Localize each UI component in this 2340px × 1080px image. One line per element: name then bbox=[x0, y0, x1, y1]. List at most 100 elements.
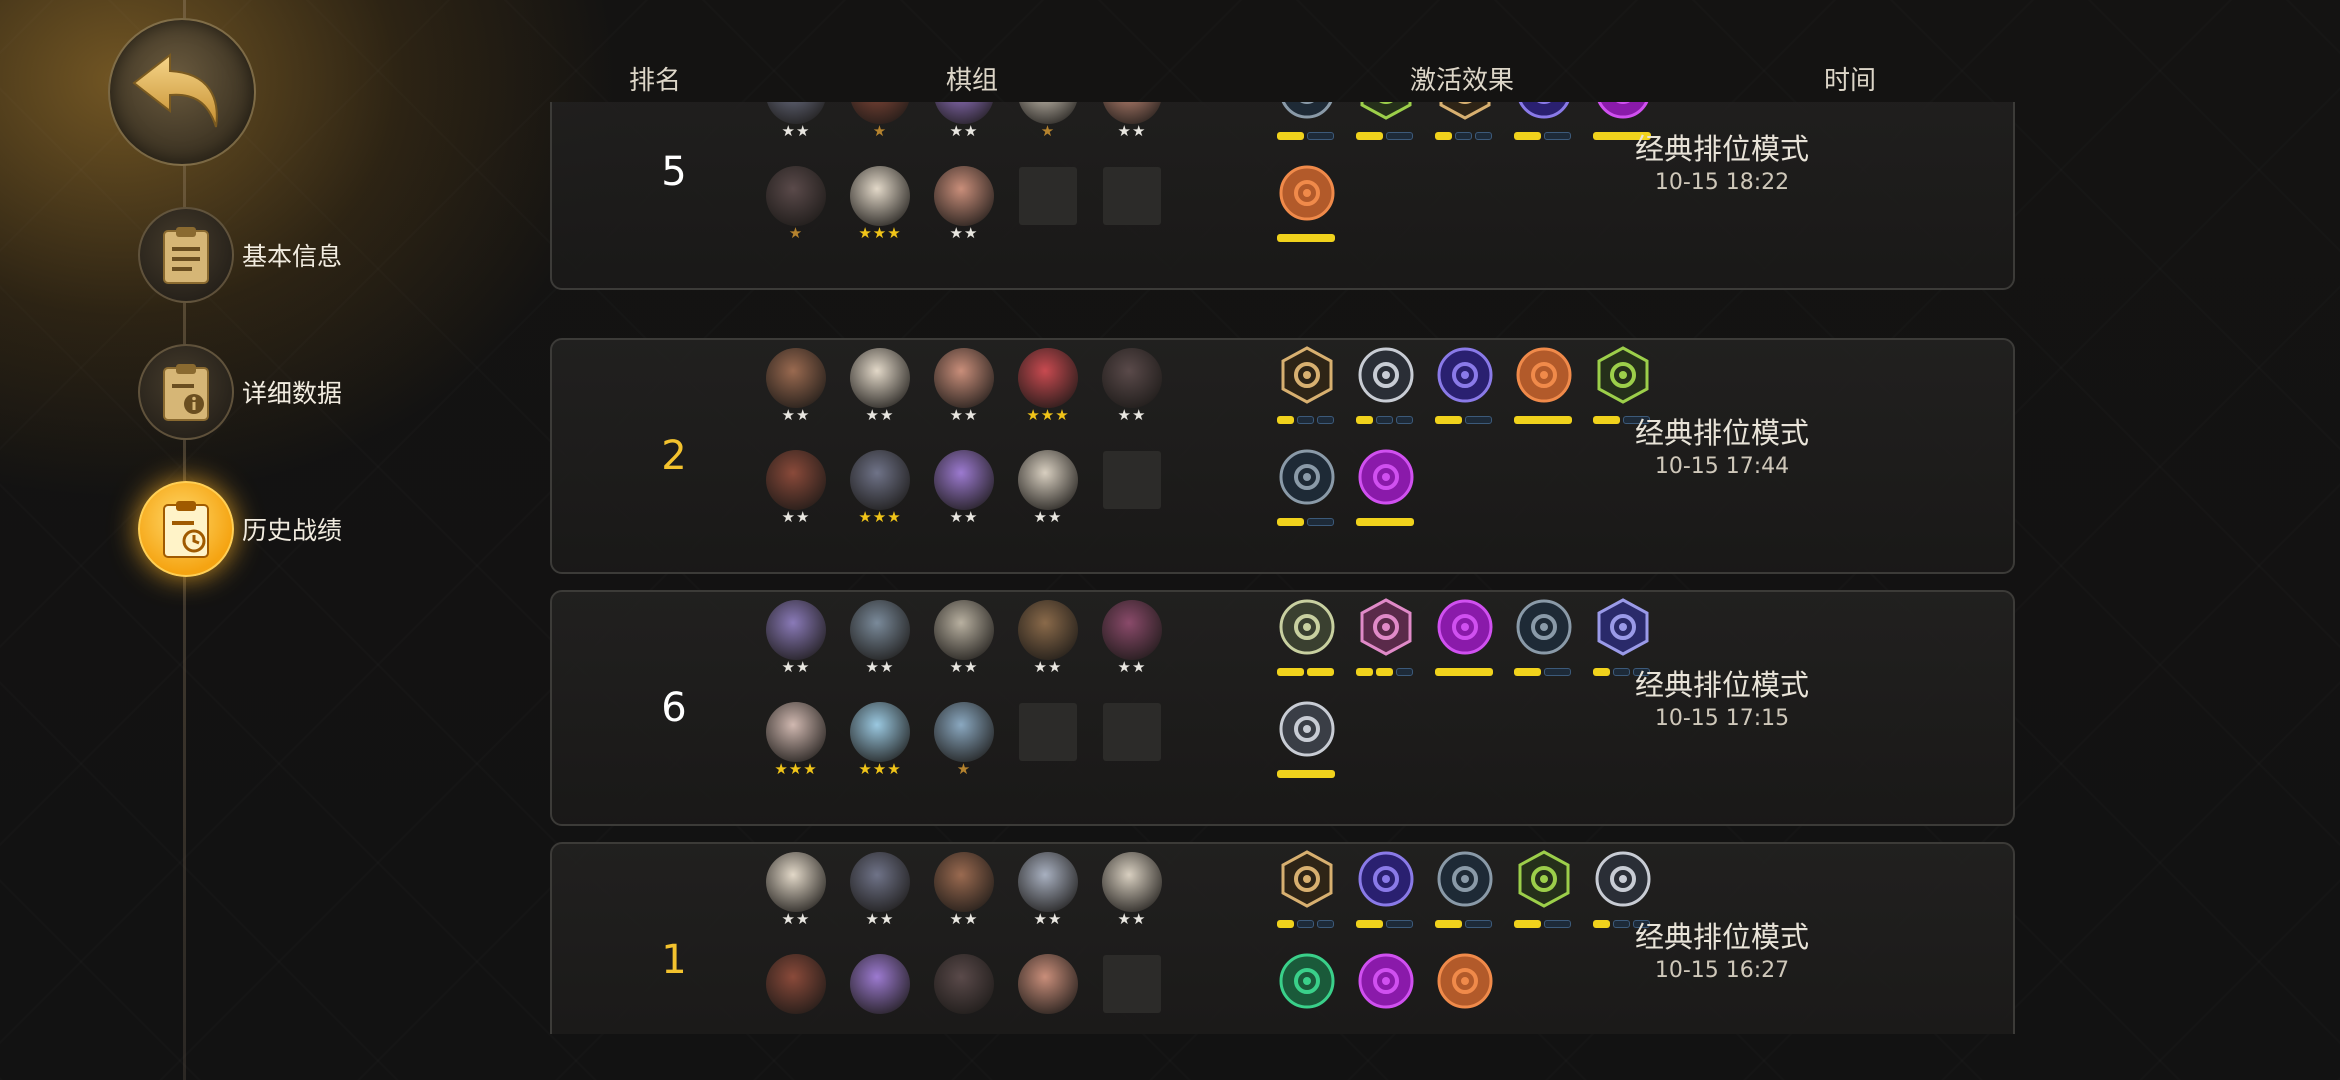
trait-badge[interactable] bbox=[1277, 164, 1337, 250]
champion-unit[interactable]: ★★ bbox=[932, 166, 996, 246]
champion-portrait bbox=[934, 852, 994, 912]
champion-unit[interactable]: ★★ bbox=[848, 852, 912, 932]
champion-unit[interactable]: ★★★ bbox=[848, 450, 912, 530]
star-rating: ★ bbox=[788, 224, 804, 242]
champion-portrait bbox=[766, 702, 826, 762]
match-row[interactable]: 1 ★★ ★★ ★★ ★★ ★★ 经典排位模式 10-15 16:27 bbox=[550, 842, 2015, 1034]
nav-item-detailed-data[interactable]: 详细数据 bbox=[138, 343, 342, 441]
trait-badge[interactable] bbox=[1435, 598, 1495, 684]
champion-unit[interactable]: ★★★ bbox=[848, 166, 912, 246]
champion-unit[interactable]: ★★ bbox=[848, 348, 912, 428]
star-rating: ★★ bbox=[949, 406, 979, 424]
trait-badge[interactable] bbox=[1277, 346, 1337, 432]
trait-badge[interactable] bbox=[1435, 850, 1495, 936]
trait-badge[interactable] bbox=[1514, 598, 1574, 684]
trait-badge[interactable] bbox=[1356, 448, 1416, 534]
trait-badge[interactable] bbox=[1277, 700, 1337, 786]
trait-badge[interactable] bbox=[1277, 102, 1337, 148]
trait-emblem bbox=[1357, 346, 1415, 404]
champion-unit[interactable]: ★★ bbox=[1016, 852, 1080, 932]
match-history-list[interactable]: 5 ★★ ★ ★★ ★ ★★ ★ ★★★ ★★ 经典排位模式 10-15 18:22 2 ★★ ★★ ★★ ★… bbox=[550, 102, 2015, 1034]
champion-unit[interactable] bbox=[764, 954, 828, 1034]
match-info: 经典排位模式 10-15 16:27 bbox=[1582, 914, 1862, 983]
empty-unit-slot bbox=[1019, 167, 1077, 225]
champion-unit[interactable]: ★★ bbox=[764, 450, 828, 530]
nav-label: 详细数据 bbox=[242, 379, 343, 408]
champion-unit[interactable]: ★★ bbox=[848, 600, 912, 680]
champion-unit[interactable]: ★ bbox=[848, 102, 912, 144]
trait-badge[interactable] bbox=[1514, 102, 1574, 148]
champion-unit[interactable]: ★ bbox=[932, 702, 996, 782]
champion-portrait bbox=[934, 702, 994, 762]
axe-icon bbox=[1439, 102, 1491, 120]
champion-unit[interactable]: ★★ bbox=[1100, 348, 1164, 428]
demon-skull-icon bbox=[1437, 599, 1493, 655]
star-rating: ★★ bbox=[865, 406, 895, 424]
star-rating: ★★ bbox=[1117, 910, 1147, 928]
trait-badge[interactable] bbox=[1277, 850, 1337, 936]
champion-unit[interactable]: ★★ bbox=[764, 348, 828, 428]
trait-progress-segment bbox=[1376, 668, 1393, 676]
match-row[interactable]: 5 ★★ ★ ★★ ★ ★★ ★ ★★★ ★★ 经典排位模式 10-15 18:22 bbox=[550, 102, 2015, 290]
champion-unit[interactable]: ★★★ bbox=[764, 702, 828, 782]
champion-unit[interactable]: ★★ bbox=[932, 102, 996, 144]
champion-unit[interactable] bbox=[1016, 954, 1080, 1034]
trait-badge[interactable] bbox=[1356, 346, 1416, 432]
champion-unit[interactable]: ★★ bbox=[932, 600, 996, 680]
nav-item-match-history[interactable]: 历史战绩 bbox=[138, 480, 342, 578]
champion-unit[interactable]: ★ bbox=[1016, 102, 1080, 144]
trait-progress bbox=[1435, 132, 1492, 140]
back-button[interactable] bbox=[108, 18, 256, 166]
champion-unit[interactable]: ★★★ bbox=[1016, 348, 1080, 428]
trait-emblem bbox=[1278, 700, 1336, 758]
header-traits: 激活效果 bbox=[1409, 66, 1515, 96]
champion-unit[interactable]: ★★ bbox=[764, 852, 828, 932]
table-header: 排名 棋组 激活效果 时间 bbox=[550, 60, 2015, 96]
match-time: 10-15 18:22 bbox=[1654, 170, 1790, 195]
trait-progress-segment bbox=[1356, 132, 1383, 140]
rank-value: 1 bbox=[661, 937, 687, 983]
trait-badge[interactable] bbox=[1356, 850, 1416, 936]
trait-progress-segment bbox=[1514, 416, 1572, 424]
trait-badge[interactable] bbox=[1435, 346, 1495, 432]
match-row[interactable]: 2 ★★ ★★ ★★ ★★★ ★★ ★★ ★★★ ★★ ★★ 经典排位模式 10-15 17:44 bbox=[550, 338, 2015, 574]
champion-unit[interactable]: ★★ bbox=[1016, 450, 1080, 530]
trait-badge[interactable] bbox=[1277, 598, 1337, 684]
champion-unit[interactable]: ★★ bbox=[932, 852, 996, 932]
champion-unit[interactable]: ★★ bbox=[764, 102, 828, 144]
nav-item-basic-info[interactable]: 基本信息 bbox=[138, 206, 342, 304]
champion-unit[interactable]: ★★ bbox=[1016, 600, 1080, 680]
champion-unit[interactable]: ★★ bbox=[932, 348, 996, 428]
champion-portrait bbox=[1018, 600, 1078, 660]
champion-unit[interactable]: ★★ bbox=[1100, 102, 1164, 144]
trait-progress bbox=[1514, 920, 1571, 928]
trait-badge[interactable] bbox=[1435, 952, 1495, 1034]
trait-badge[interactable] bbox=[1356, 598, 1416, 684]
trait-badge[interactable] bbox=[1435, 102, 1495, 148]
trait-emblem bbox=[1436, 346, 1494, 404]
trait-emblem bbox=[1357, 598, 1415, 656]
trait-progress-segment bbox=[1307, 668, 1334, 676]
trait-badge[interactable] bbox=[1356, 952, 1416, 1034]
champion-unit[interactable] bbox=[932, 954, 996, 1034]
trait-badge[interactable] bbox=[1514, 850, 1574, 936]
match-info: 经典排位模式 10-15 17:15 bbox=[1582, 662, 1862, 731]
goblin-icon bbox=[1516, 347, 1572, 403]
champion-unit[interactable] bbox=[848, 954, 912, 1034]
trait-badge[interactable] bbox=[1277, 448, 1337, 534]
clipboard-info-icon bbox=[138, 344, 234, 440]
champion-unit[interactable]: ★★★ bbox=[848, 702, 912, 782]
game-mode: 经典排位模式 bbox=[1634, 920, 1809, 954]
champion-unit[interactable]: ★★ bbox=[1100, 600, 1164, 680]
champion-unit[interactable]: ★★ bbox=[932, 450, 996, 530]
champion-portrait bbox=[850, 954, 910, 1014]
trait-progress-segment bbox=[1396, 416, 1413, 424]
trait-badge[interactable] bbox=[1514, 346, 1574, 432]
champion-unit[interactable]: ★ bbox=[764, 166, 828, 246]
trait-badge[interactable] bbox=[1356, 102, 1416, 148]
champion-unit[interactable]: ★★ bbox=[1100, 852, 1164, 932]
champion-unit[interactable]: ★★ bbox=[764, 600, 828, 680]
match-row[interactable]: 6 ★★ ★★ ★★ ★★ ★★ ★★★ ★★★ ★ 经典排位模式 10-15 17:15 bbox=[550, 590, 2015, 826]
star-rating: ★★ bbox=[949, 122, 979, 140]
trait-badge[interactable] bbox=[1277, 952, 1337, 1034]
